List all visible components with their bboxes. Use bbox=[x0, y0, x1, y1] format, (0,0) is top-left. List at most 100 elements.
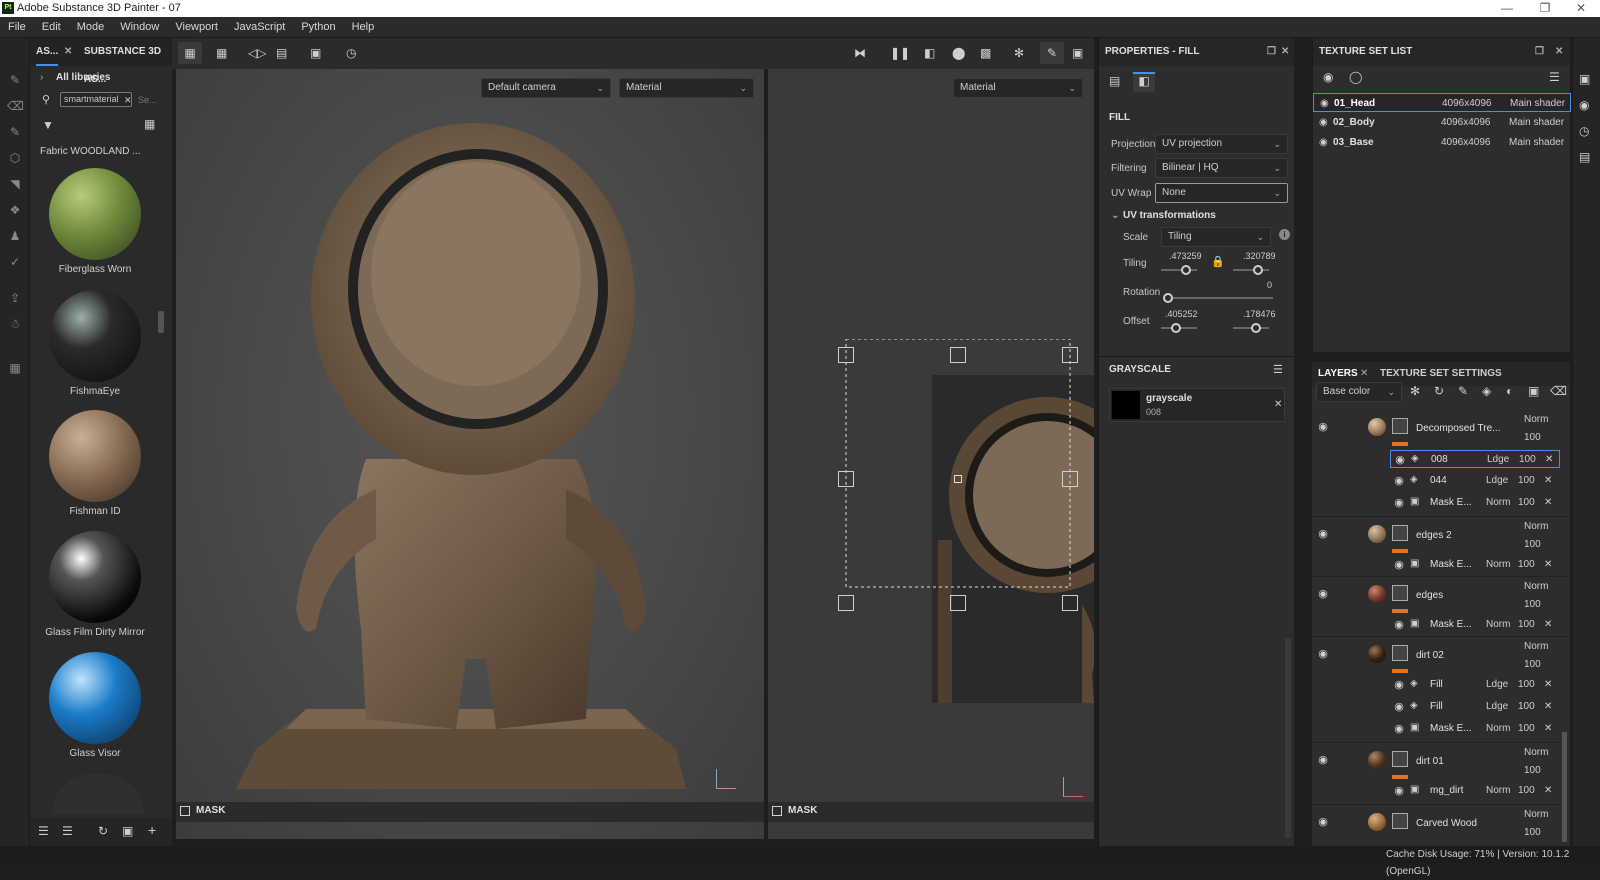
opacity-value[interactable]: 100 bbox=[1518, 701, 1535, 712]
texture-set-row[interactable]: ◉ 03_Base 4096x4096 Main shader bbox=[1313, 133, 1571, 152]
eye-icon[interactable]: ◉ bbox=[1392, 618, 1406, 632]
offset-x-value[interactable]: .405252 bbox=[1165, 309, 1198, 319]
eraser-icon[interactable]: ⌫ bbox=[7, 98, 24, 114]
delete-layer-icon[interactable]: ⌫ bbox=[1550, 384, 1567, 398]
tiling-x-knob[interactable] bbox=[1181, 265, 1191, 275]
layer-row[interactable]: ◉ ▣ mg_dirt Norm 100 ✕ bbox=[1390, 782, 1560, 800]
material-item[interactable]: Glass Visor bbox=[30, 652, 160, 759]
frame-icon[interactable]: ▣ bbox=[310, 46, 321, 60]
filter-icon[interactable]: ▼ bbox=[42, 118, 54, 132]
multi-grid-icon[interactable]: ▦ bbox=[216, 46, 227, 60]
minimize-button[interactable]: — bbox=[1488, 0, 1526, 17]
close-window-button[interactable]: ✕ bbox=[1562, 0, 1600, 17]
eye-icon[interactable]: ◉ bbox=[1392, 784, 1406, 798]
opacity-value[interactable]: 100 bbox=[1518, 679, 1535, 690]
add-icon[interactable]: + bbox=[148, 822, 156, 838]
layer-row[interactable]: ◉ ◈ 044 Ldge 100 ✕ bbox=[1390, 472, 1560, 490]
visibility-icon[interactable]: ◉ bbox=[1323, 70, 1333, 84]
tab-assets[interactable]: AS... bbox=[36, 38, 59, 66]
camera-icon[interactable]: ▩ bbox=[980, 46, 991, 60]
opacity-value[interactable]: 100 bbox=[1518, 559, 1535, 570]
align-icon[interactable]: ▤ bbox=[276, 46, 287, 60]
remove-layer-icon[interactable]: ✕ bbox=[1544, 723, 1552, 734]
blend-mode[interactable]: Ldge bbox=[1486, 679, 1508, 690]
eye-icon[interactable]: ◉ bbox=[1392, 496, 1406, 510]
tiling-y-knob[interactable] bbox=[1253, 265, 1263, 275]
add-folder-icon[interactable]: ▣ bbox=[1528, 384, 1539, 398]
mask-checkbox-3d[interactable] bbox=[180, 806, 190, 816]
eye-icon[interactable]: ◉ bbox=[1316, 815, 1330, 829]
transform-handle[interactable] bbox=[1062, 595, 1078, 611]
layer-group[interactable]: ◉ Carved Wood Norm 100 bbox=[1312, 804, 1570, 840]
pause-icon[interactable]: ❚❚ bbox=[890, 46, 910, 60]
texture-set-row[interactable]: ◉ 01_Head 4096x4096 Main shader bbox=[1313, 93, 1571, 112]
shader-settings-icon[interactable]: ◉ bbox=[1579, 98, 1589, 112]
rotation-slider[interactable] bbox=[1165, 297, 1273, 299]
blend-mode[interactable]: Ldge bbox=[1486, 475, 1508, 486]
history-icon[interactable]: ◷ bbox=[346, 46, 356, 60]
log-icon[interactable]: ▦ bbox=[7, 360, 23, 376]
opacity-value[interactable]: 100 bbox=[1524, 539, 1541, 550]
add-paint-layer-icon[interactable]: ✎ bbox=[1458, 384, 1468, 398]
opacity-value[interactable]: 100 bbox=[1518, 497, 1535, 508]
material-item[interactable]: FishmaEye bbox=[30, 290, 160, 397]
geometry-picker-icon[interactable]: ✓ bbox=[7, 254, 23, 270]
undock-icon[interactable]: ❐ bbox=[1535, 38, 1544, 66]
layer-row[interactable]: ◉ ▣ Mask E... Norm 100 ✕ bbox=[1390, 720, 1560, 738]
transform-handle[interactable] bbox=[838, 595, 854, 611]
transform-center-handle[interactable] bbox=[954, 475, 962, 483]
tab-substance-assets[interactable]: SUBSTANCE 3D AS... bbox=[84, 38, 172, 85]
eye-icon[interactable]: ◉ bbox=[1316, 753, 1330, 767]
close-panel-icon[interactable]: ✕ bbox=[1281, 38, 1289, 66]
viewport-2d-mode-dropdown[interactable]: Material ⌄ bbox=[953, 78, 1083, 98]
grid-snap-icon[interactable]: ▦ bbox=[178, 42, 202, 64]
remove-layer-icon[interactable]: ✕ bbox=[1544, 559, 1552, 570]
eye-icon[interactable]: ◉ bbox=[1392, 474, 1406, 488]
layers-scrollbar[interactable] bbox=[1562, 732, 1567, 842]
lock-icon[interactable]: 🔒 bbox=[1211, 255, 1225, 268]
material-item[interactable]: Fishman ID bbox=[30, 410, 160, 517]
opacity-value[interactable]: 100 bbox=[1524, 599, 1541, 610]
fill-material-icon[interactable]: ▤ bbox=[1109, 74, 1125, 90]
search-input[interactable]: smartmaterial bbox=[60, 92, 132, 107]
properties-scrollbar[interactable] bbox=[1285, 638, 1291, 838]
blend-mode[interactable]: Norm bbox=[1486, 619, 1510, 630]
grayscale-resource[interactable]: grayscale 008 ✕ bbox=[1109, 388, 1285, 422]
remove-resource-icon[interactable]: ✕ bbox=[1274, 399, 1282, 410]
smudge-icon[interactable]: ◥ bbox=[7, 176, 23, 192]
bake-icon[interactable]: ☃ bbox=[7, 316, 23, 332]
polygon-fill-icon[interactable]: ⬡ bbox=[7, 150, 23, 166]
channel-dropdown[interactable]: Base color ⌄ bbox=[1316, 382, 1402, 402]
blend-mode[interactable]: Ldge bbox=[1487, 454, 1509, 465]
display-settings-icon[interactable]: ▣ bbox=[1579, 72, 1590, 86]
opacity-value[interactable]: 100 bbox=[1518, 785, 1535, 796]
blend-mode[interactable]: Norm bbox=[1486, 559, 1510, 570]
remove-layer-icon[interactable]: ✕ bbox=[1544, 785, 1552, 796]
material-item[interactable]: Fiberglass Worn bbox=[30, 168, 160, 275]
layer-row[interactable]: ◉ ◈ Fill Ldge 100 ✕ bbox=[1390, 676, 1560, 694]
opacity-value[interactable]: 100 bbox=[1524, 659, 1541, 670]
menu-window[interactable]: Window bbox=[112, 17, 167, 33]
remove-layer-icon[interactable]: ✕ bbox=[1544, 475, 1552, 486]
blend-mode[interactable]: Norm bbox=[1486, 723, 1510, 734]
opacity-value[interactable]: 100 bbox=[1524, 827, 1541, 838]
menu-help[interactable]: Help bbox=[344, 17, 383, 33]
opacity-value[interactable]: 100 bbox=[1524, 765, 1541, 776]
split-view-icon[interactable]: ◧ bbox=[924, 46, 935, 60]
texture-set-row[interactable]: ◉ 02_Body 4096x4096 Main shader bbox=[1313, 113, 1571, 132]
eye-icon[interactable]: ◉ bbox=[1392, 558, 1406, 572]
uv-transformations-header[interactable]: UV transformations bbox=[1123, 210, 1216, 221]
tiling-y-slider[interactable] bbox=[1233, 269, 1269, 271]
blend-mode[interactable]: Ldge bbox=[1486, 701, 1508, 712]
blend-mode[interactable]: Norm bbox=[1486, 497, 1510, 508]
add-mask-icon[interactable]: ↻ bbox=[1434, 384, 1444, 398]
blend-mode[interactable]: Norm bbox=[1524, 581, 1548, 592]
material-picker-icon[interactable]: ♟ bbox=[7, 228, 23, 244]
scale-dropdown[interactable]: Tiling ⌄ bbox=[1161, 227, 1271, 247]
viewport-2d[interactable]: Material ⌄ MASK bbox=[768, 69, 1094, 839]
eye-icon[interactable]: ◉ bbox=[1392, 678, 1406, 692]
blend-mode[interactable]: Norm bbox=[1486, 785, 1510, 796]
mask-checkbox-2d[interactable] bbox=[772, 806, 782, 816]
screenshot-icon[interactable]: ▣ bbox=[1072, 46, 1083, 60]
export-icon[interactable]: ⇪ bbox=[7, 290, 23, 306]
